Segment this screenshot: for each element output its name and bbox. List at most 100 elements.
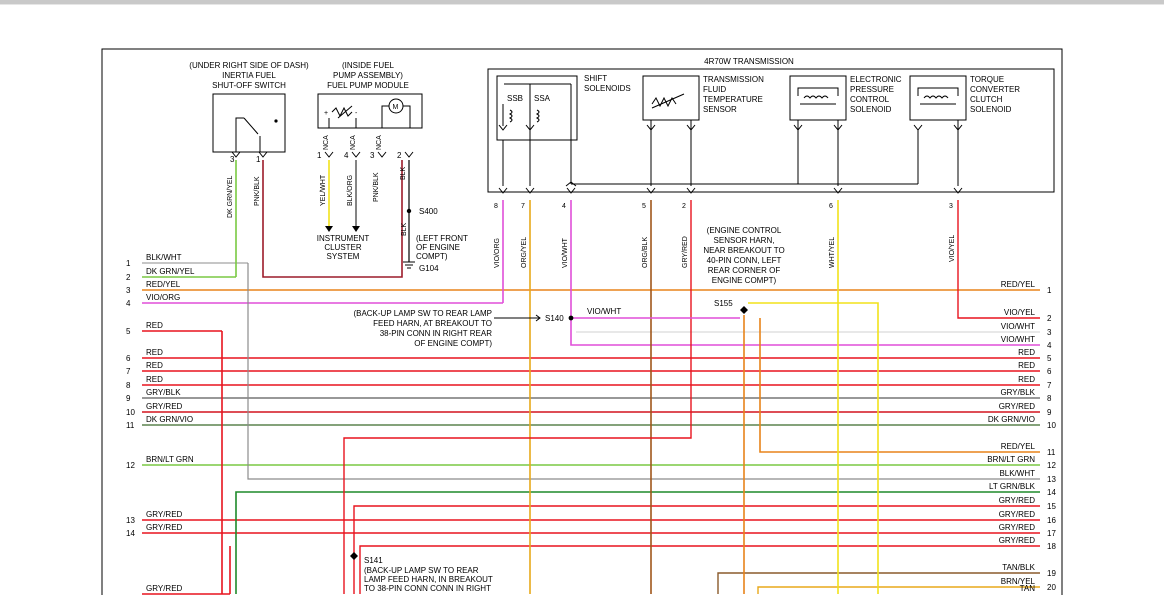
wire-vioyel — [957, 200, 1040, 319]
s140-note-3: 38-PIN CONN IN RIGHT REAR — [380, 329, 493, 338]
s141-diamond — [350, 552, 358, 560]
tft-sensor-box — [642, 75, 700, 121]
label-orgblk: ORG/BLK — [642, 237, 649, 268]
label-whtyel: WHT/YEL — [829, 237, 836, 268]
right-row-number: 7 — [1047, 381, 1052, 390]
inertia-switch-pin-b: 1 — [256, 155, 261, 164]
right-row-number: 10 — [1047, 421, 1056, 430]
right-row-label: LT GRN/BLK — [989, 482, 1036, 491]
right-row-label: VIO/WHT — [1001, 335, 1035, 344]
fuel-pump-plus: + — [324, 110, 328, 117]
cluster-arrow-2 — [352, 226, 360, 232]
s141-note-1: (BACK-UP LAMP SW TO REAR — [364, 566, 479, 575]
s140-label: S140 — [545, 314, 564, 323]
s141-label: S141 — [364, 556, 383, 565]
left-row-label: GRY/RED — [146, 523, 183, 532]
epc-l2: PRESSURE — [850, 85, 894, 94]
right-row-number: 17 — [1047, 529, 1056, 538]
shift-solenoids-box — [496, 75, 578, 141]
s155-note-6: ENGINE COMPT) — [712, 276, 777, 285]
label-pnkblk: PNK/BLK — [254, 176, 261, 206]
tcc-l4: SOLENOID — [970, 105, 1012, 114]
right-row-number: 9 — [1047, 408, 1052, 417]
splice-s141: S141 (BACK-UP LAMP SW TO REAR LAMP FEED … — [350, 552, 493, 593]
right-row-label: DK GRN/VIO — [988, 415, 1035, 424]
right-row-number: 2 — [1047, 314, 1052, 323]
wire-ltgrnblk-r14 — [235, 491, 1040, 594]
trans-connector-marks — [498, 124, 963, 194]
left-row-number: 10 — [126, 408, 135, 417]
fuel-pump-pin-1: 1 — [317, 151, 322, 160]
left-row-number: 12 — [126, 461, 135, 470]
trans-pin-4: 4 — [562, 203, 566, 210]
label-blk: BLK — [400, 166, 407, 180]
fuel-pump-sender — [331, 105, 353, 119]
s140-dot — [568, 315, 574, 321]
right-row-label: RED — [1018, 375, 1035, 384]
s141-note-3: TO 38-PIN CONN CONN IN RIGHT — [364, 584, 491, 593]
epc-l3: CONTROL — [850, 95, 890, 104]
tcc-coil — [917, 87, 959, 105]
splice-s140: (BACK-UP LAMP SW TO REAR LAMP FEED HARN,… — [353, 307, 621, 348]
tcc-l2: CONVERTER — [970, 85, 1020, 94]
left-row-label: DK GRN/VIO — [146, 415, 193, 424]
right-row-label: GRY/BLK — [1000, 388, 1035, 397]
right-row-number: 13 — [1047, 475, 1056, 484]
inertia-switch-contact — [235, 117, 261, 152]
s155-note-1: (ENGINE CONTROL — [707, 226, 782, 235]
s400-dot — [406, 208, 412, 214]
ground-symbol — [403, 261, 415, 269]
fuel-pump-pin-3: 3 — [370, 151, 375, 160]
s155-note-4: 40-PIN CONN, LEFT — [707, 256, 782, 265]
right-row-number: 20 — [1047, 583, 1056, 592]
inertia-switch-name1: INERTIA FUEL — [222, 71, 276, 80]
wire-s155-right — [748, 302, 879, 594]
epc-coil — [797, 87, 839, 105]
tcc-solenoid-box — [909, 75, 967, 121]
g104-label: G104 — [419, 264, 439, 273]
s155-note-2: SENSOR HARN, — [714, 236, 775, 245]
fuel-pump-pin-2: 2 — [397, 151, 402, 160]
fuel-pump-minus: - — [355, 110, 358, 117]
shift-solenoids-label2: SOLENOIDS — [584, 84, 631, 93]
right-row-number: 3 — [1047, 328, 1052, 337]
inertia-switch-location: (UNDER RIGHT SIDE OF DASH) — [189, 61, 309, 70]
right-row-label: RED — [1018, 348, 1035, 357]
right-row-label: GRY/RED — [999, 510, 1036, 519]
wire-brnyel-r20 — [757, 586, 1040, 594]
left-row-number: 13 — [126, 516, 135, 525]
s400-label: S400 — [419, 207, 438, 216]
transmission-pins: 8 7 4 5 2 6 3 — [494, 203, 953, 210]
s155-note-3: NEAR BREAKOUT TO — [703, 246, 784, 255]
left-row-number: 7 — [126, 367, 131, 376]
inertia-switch-pin-marks — [231, 151, 268, 158]
label-orgyel: ORG/YEL — [521, 237, 528, 268]
label-blkorg: BLK/ORG — [347, 175, 354, 206]
left-row-number: 14 — [126, 529, 135, 538]
right-row-number: 1 — [1047, 286, 1052, 295]
right-row-label: BRN/LT GRN — [987, 455, 1035, 464]
left-row-label: RED — [146, 375, 163, 384]
right-row-number: 14 — [1047, 488, 1056, 497]
left-row-label: GRY/RED — [146, 510, 183, 519]
right-row-number: 6 — [1047, 367, 1052, 376]
label-gryred: GRY/RED — [682, 236, 689, 268]
left-row-number: 9 — [126, 394, 131, 403]
tft-l3: TEMPERATURE — [703, 95, 763, 104]
left-row-label: GRY/RED — [146, 584, 183, 593]
label-pnkblk-2: PNK/BLK — [373, 172, 380, 202]
fuel-pump-motor-m: M — [393, 104, 399, 111]
tcc-l3: CLUTCH — [970, 95, 1003, 104]
fuel-pump-nca-3: NCA — [376, 135, 383, 150]
trans-pin-2: 2 — [682, 203, 686, 210]
left-row-number: 11 — [126, 421, 135, 430]
fuel-pump-location2: PUMP ASSEMBLY) — [333, 71, 403, 80]
trans-pin-5: 5 — [642, 203, 646, 210]
g104-l2: OF ENGINE — [416, 243, 460, 252]
s141-note-2: LAMP FEED HARN, IN BREAKOUT — [364, 575, 493, 584]
fuel-pump-module: (INSIDE FUEL PUMP ASSEMBLY) FUEL PUMP MO… — [317, 61, 423, 160]
trans-pin-8: 8 — [494, 203, 498, 210]
right-row-label: VIO/YEL — [1004, 308, 1036, 317]
epc-l4: SOLENOID — [850, 105, 892, 114]
inertia-switch: (UNDER RIGHT SIDE OF DASH) INERTIA FUEL … — [189, 61, 309, 164]
